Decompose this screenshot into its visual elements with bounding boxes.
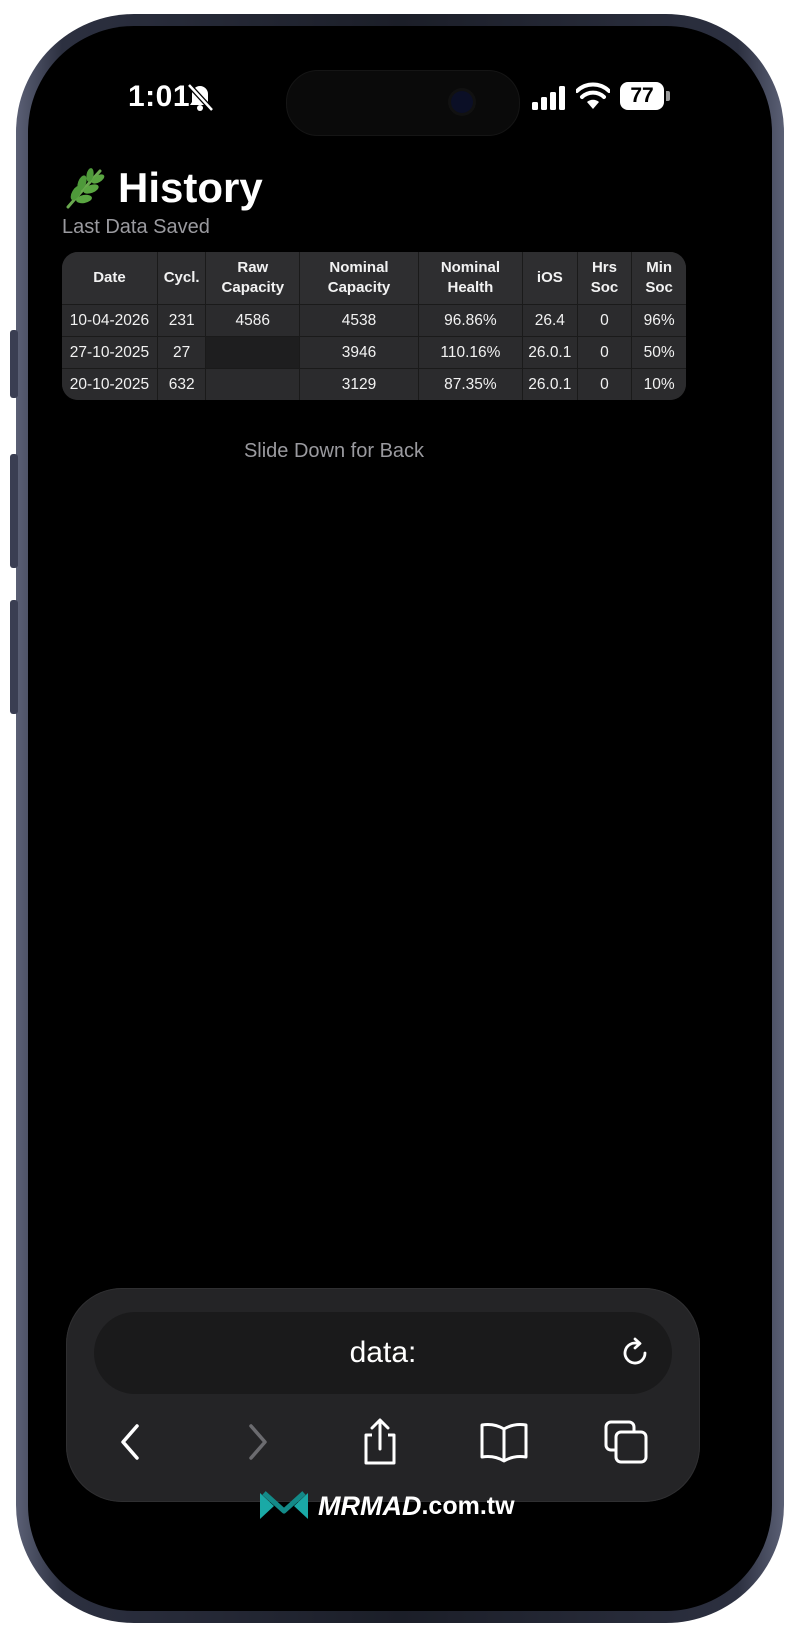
cell-date: 27-10-2025	[62, 337, 158, 369]
cell-nominal-health: 110.16%	[418, 337, 523, 369]
browser-toolbar-panel: data:	[66, 1288, 700, 1502]
table-header-row: Date Cycl. Raw Capacity Nominal Capacity N…	[62, 252, 686, 305]
address-bar[interactable]: data:	[94, 1312, 672, 1394]
cell-raw-capacity: 4586	[206, 305, 301, 337]
history-table: Date Cycl. Raw Capacity Nominal Capacity N…	[62, 252, 686, 400]
bell-slash-icon	[187, 83, 214, 112]
volume-down-button	[10, 600, 18, 714]
last-data-saved-label: Last Data Saved	[62, 216, 210, 238]
table-row: 10-04-2026 231 4586 4538 96.86% 26.4 0 9…	[62, 305, 686, 337]
cell-cycles: 632	[157, 369, 207, 400]
cell-cycles: 231	[157, 305, 207, 337]
title-row: History	[62, 164, 263, 212]
table-row: 20-10-2025 632 3129 87.35% 26.0.1 0 10%	[62, 369, 686, 400]
tabs-icon	[604, 1420, 648, 1464]
cell-nominal-health: 87.35%	[418, 369, 523, 400]
leaf-icon	[66, 168, 105, 209]
bookmarks-button[interactable]	[474, 1412, 534, 1472]
wifi-icon	[576, 82, 610, 109]
cell-min-soc: 50%	[632, 337, 686, 369]
cell-nominal-capacity: 3129	[300, 369, 419, 400]
bookmarks-icon	[480, 1423, 528, 1463]
watermark-brand: MRMAD	[318, 1490, 422, 1521]
action-button	[10, 330, 18, 398]
cell-ios: 26.4	[523, 305, 578, 337]
cell-raw-capacity	[206, 337, 301, 369]
reload-icon[interactable]	[618, 1336, 652, 1370]
header-raw-capacity: Raw Capacity	[206, 252, 301, 305]
battery-tip	[666, 91, 670, 101]
cell-cycles: 27	[157, 337, 207, 369]
header-hrs-soc: Hrs Soc	[577, 252, 633, 305]
cell-date: 10-04-2026	[62, 305, 158, 337]
cell-hrs-soc: 0	[577, 337, 633, 369]
forward-icon	[249, 1424, 267, 1460]
page-title: History	[118, 164, 263, 211]
header-min-soc: Min Soc	[632, 252, 686, 305]
dynamic-island	[286, 70, 520, 136]
share-button[interactable]	[350, 1412, 410, 1472]
mrmad-logo-icon	[260, 1491, 308, 1519]
back-button[interactable]	[100, 1412, 160, 1472]
watermark-domain: .com.tw	[421, 1491, 515, 1520]
table-row: 27-10-2025 27 3946 110.16% 26.0.1 0 50%	[62, 337, 686, 369]
cell-date: 20-10-2025	[62, 369, 158, 400]
header-nominal-capacity: Nominal Capacity	[300, 252, 419, 305]
cellular-signal-icon	[532, 86, 565, 110]
share-icon	[364, 1418, 396, 1465]
cell-hrs-soc: 0	[577, 369, 633, 400]
camera-icon	[451, 91, 473, 113]
cell-ios: 26.0.1	[523, 369, 578, 400]
cell-nominal-health: 96.86%	[418, 305, 523, 337]
cell-hrs-soc: 0	[577, 305, 633, 337]
header-ios: iOS	[523, 252, 578, 305]
status-time: 1:01	[128, 80, 191, 113]
tabs-button[interactable]	[596, 1412, 656, 1472]
url-text[interactable]: data:	[94, 1312, 672, 1394]
header-date: Date	[62, 252, 158, 305]
cell-nominal-capacity: 3946	[300, 337, 419, 369]
header-nominal-health: Nominal Health	[418, 252, 523, 305]
screen: 1:01 77 History Last Data Saved Date Cyc…	[28, 26, 772, 1611]
battery-indicator: 77	[620, 82, 664, 110]
cell-min-soc: 96%	[632, 305, 686, 337]
slide-down-hint: Slide Down for Back	[243, 440, 425, 462]
forward-button[interactable]	[228, 1412, 288, 1472]
volume-up-button	[10, 454, 18, 568]
watermark: MRMAD .com.tw	[258, 1489, 515, 1523]
back-icon	[121, 1424, 139, 1460]
cell-min-soc: 10%	[632, 369, 686, 400]
cell-ios: 26.0.1	[523, 337, 578, 369]
cell-raw-capacity	[206, 369, 301, 400]
cell-nominal-capacity: 4538	[300, 305, 419, 337]
header-cycles: Cycl.	[157, 252, 207, 305]
